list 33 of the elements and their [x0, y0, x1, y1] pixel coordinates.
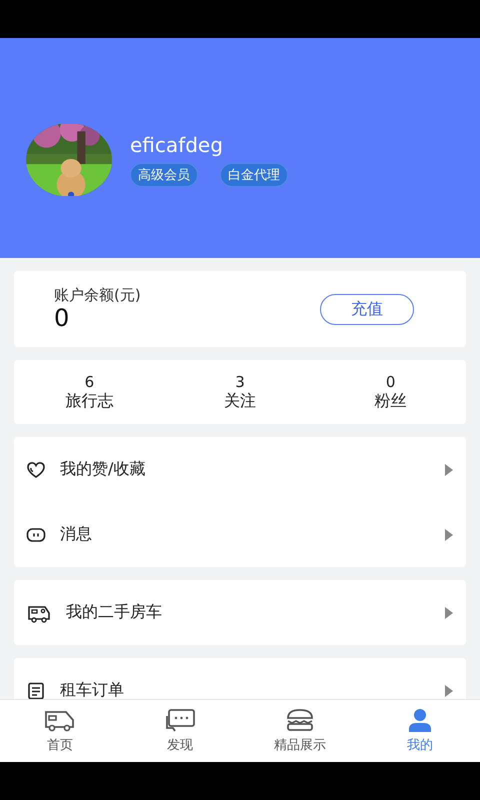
- balance-label: 账户余额(元): [54, 286, 141, 306]
- chevron-icon: [444, 528, 454, 542]
- menu-label: 租车订单: [60, 680, 125, 699]
- menu-item[interactable]: 我的二手房车: [14, 580, 466, 645]
- stat-value: 3: [235, 372, 245, 390]
- tab[interactable]: 精品展示: [240, 700, 360, 762]
- menu-label: 我的赞/收藏: [60, 459, 146, 480]
- chevron-icon: [444, 684, 454, 698]
- menu-item[interactable]: 我的赞/收藏: [14, 437, 466, 502]
- menu-label: 我的二手房车: [66, 602, 163, 623]
- tab[interactable]: 我的: [360, 700, 480, 762]
- burger-icon: [284, 708, 316, 732]
- chevron-icon: [444, 606, 454, 620]
- stat-value: 6: [84, 372, 94, 390]
- chat-icon: [164, 708, 196, 732]
- document-icon: [26, 680, 46, 699]
- menu-label: 消息: [60, 524, 93, 545]
- balance-amount: 0: [54, 305, 70, 332]
- member-badge: 高级会员: [130, 163, 198, 187]
- chevron-icon: [444, 462, 454, 476]
- recharge-button[interactable]: 充值: [320, 294, 414, 324]
- stat-label[interactable]: 旅行志: [65, 390, 114, 412]
- menu-item[interactable]: 租车订单: [14, 658, 466, 699]
- stat-value: 0: [386, 372, 396, 390]
- tab[interactable]: 首页: [0, 700, 120, 762]
- camper-van-icon: [44, 708, 76, 732]
- stat-label[interactable]: 粉丝: [374, 390, 407, 412]
- member-badge: 白金代理: [220, 163, 288, 187]
- tab[interactable]: 发现: [120, 700, 240, 762]
- heart-icon: [26, 460, 46, 480]
- stat-label[interactable]: 关注: [224, 390, 256, 412]
- menu-item[interactable]: 消息: [14, 502, 466, 567]
- username: eficafdeg: [130, 133, 224, 157]
